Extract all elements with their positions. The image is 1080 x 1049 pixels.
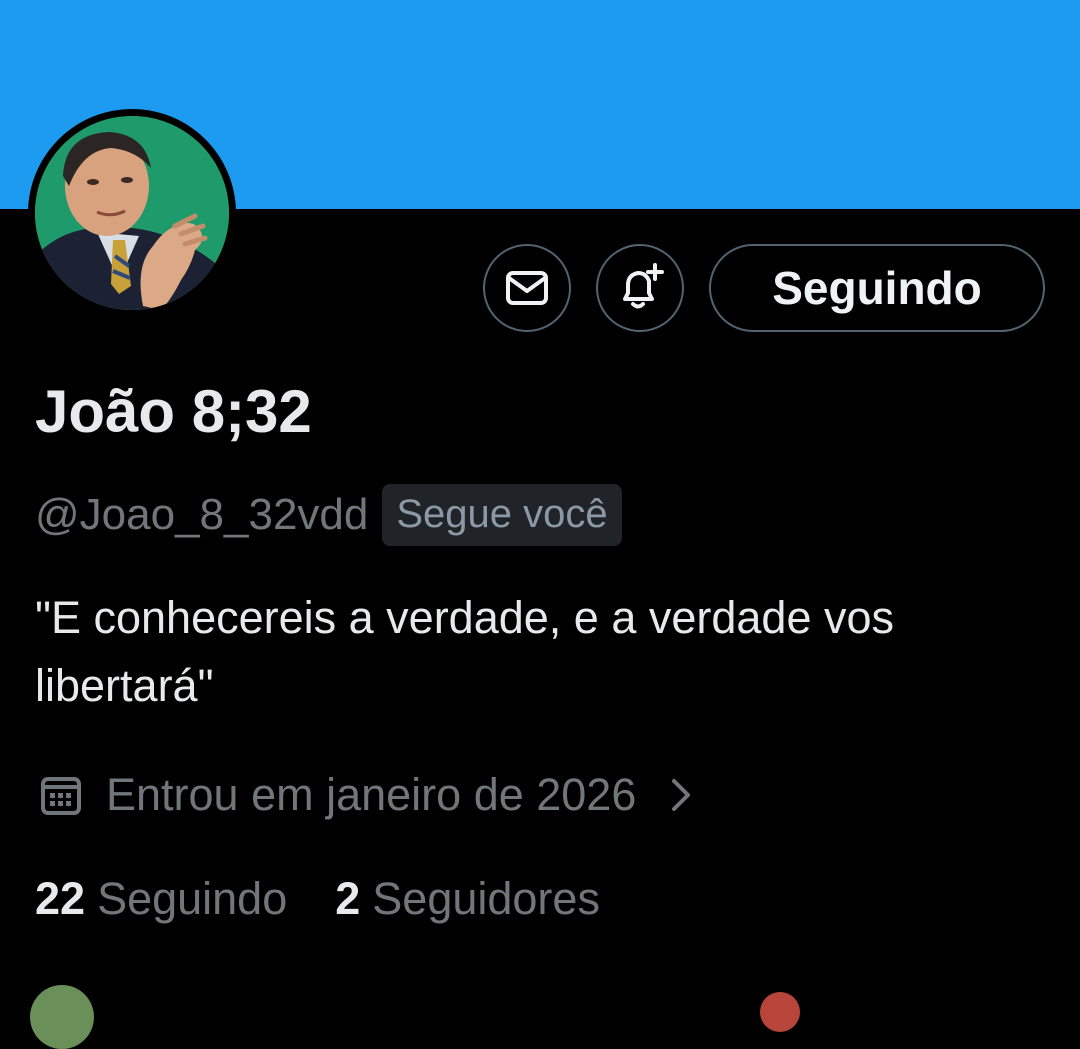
user-handle: @Joao_8_32vdd [35, 490, 369, 539]
handle-row: @Joao_8_32vdd Segue você [35, 484, 622, 546]
following-stat[interactable]: 22 Seguindo [35, 873, 287, 925]
joined-date: Entrou em janeiro de 2026 [106, 769, 637, 820]
avatar-image [35, 116, 229, 310]
follow-stats: 22 Seguindo 2 Seguidores [35, 868, 600, 930]
bell-plus-icon [623, 263, 664, 309]
followers-stat[interactable]: 2 Seguidores [335, 873, 600, 925]
followers-label: Seguidores [372, 873, 600, 924]
following-label: Seguindo [97, 873, 288, 924]
envelope-icon [506, 271, 548, 305]
following-count: 22 [35, 873, 86, 924]
notify-button[interactable] [596, 244, 684, 332]
followed-by-avatar [30, 985, 94, 1049]
calendar-icon [41, 777, 81, 815]
follows-you-badge: Segue você [382, 484, 622, 546]
bio: "E conhecereis a verdade, e a verdade vo… [35, 592, 894, 711]
display-name: João 8;32 [35, 378, 312, 445]
avatar[interactable] [28, 109, 236, 317]
chevron-right-icon [672, 779, 691, 811]
following-button[interactable]: Seguindo [709, 244, 1045, 332]
followers-count: 2 [335, 873, 361, 924]
followed-by-avatar-2 [760, 992, 800, 1032]
joined-date-row[interactable]: Entrou em janeiro de 2026 [38, 763, 696, 827]
message-button[interactable] [483, 244, 571, 332]
